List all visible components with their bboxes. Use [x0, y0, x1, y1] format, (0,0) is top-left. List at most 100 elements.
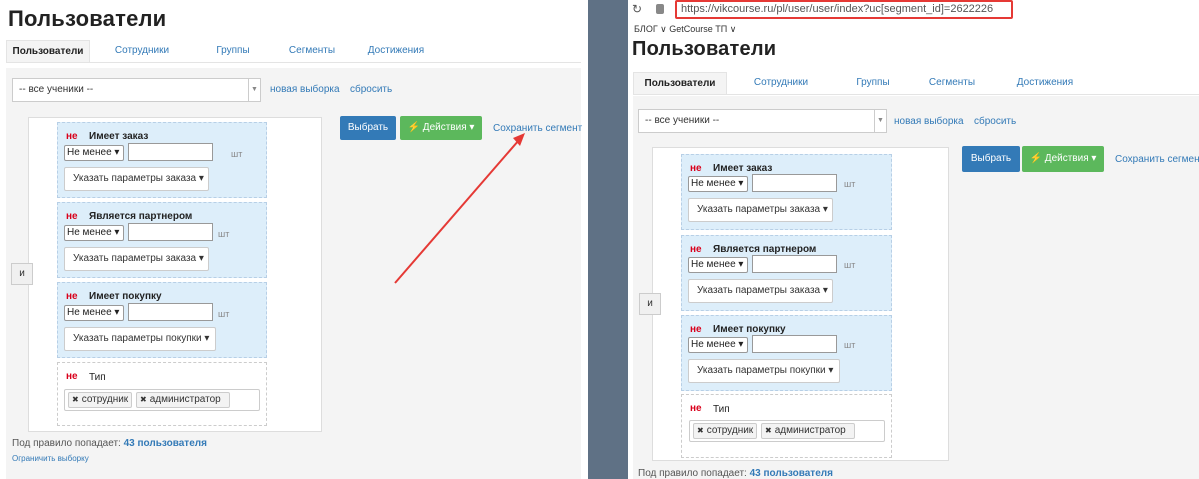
matched-users-count[interactable]: 43 пользователя	[124, 438, 207, 449]
rule-has-purchase: не Имеет покупку Не менее ▾ шт Указать п…	[57, 282, 267, 358]
purchase-params-button[interactable]: Указать параметры покупки ▾	[64, 327, 216, 351]
select-button[interactable]: Выбрать	[340, 116, 396, 140]
count-input[interactable]	[752, 335, 837, 353]
tab-segments[interactable]: Сегменты	[272, 40, 352, 62]
rule-type: не Тип ✖ сотрудник ✖ администратор	[57, 362, 267, 426]
actions-button[interactable]: ⚡ Действия ▾	[1022, 146, 1104, 172]
rule-title: Тип	[713, 404, 730, 415]
rule-title: Имеет заказ	[89, 131, 149, 142]
lock-icon	[656, 4, 664, 14]
remove-icon[interactable]: ✖	[72, 395, 79, 404]
unit-label: шт	[218, 229, 230, 239]
remove-icon[interactable]: ✖	[697, 426, 704, 435]
tag-employee[interactable]: ✖ сотрудник	[68, 392, 132, 408]
tab-achievements[interactable]: Достижения	[993, 72, 1097, 94]
save-segment-link[interactable]: Сохранить сегмент	[1115, 154, 1199, 165]
unit-label: шт	[231, 149, 243, 159]
rule-title: Имеет покупку	[713, 324, 786, 335]
rule-has-order: не Имеет заказ Не менее ▾ шт Указать пар…	[681, 154, 892, 230]
order-params-button[interactable]: Указать параметры заказа ▾	[64, 167, 209, 191]
not-toggle[interactable]: не	[66, 291, 78, 302]
type-tags-input[interactable]: ✖ сотрудник ✖ администратор	[64, 389, 260, 411]
order-params-button[interactable]: Указать параметры заказа ▾	[688, 198, 833, 222]
condition-select[interactable]: Не менее ▾	[688, 176, 748, 192]
type-tags-input[interactable]: ✖ сотрудник ✖ администратор	[689, 420, 885, 442]
rule-title: Является партнером	[713, 244, 817, 255]
students-select[interactable]: -- все ученики -- ▼	[638, 109, 887, 133]
limit-selection-link[interactable]: Ограничить выборку	[12, 454, 89, 463]
new-selection-link[interactable]: новая выборка	[894, 116, 964, 127]
condition-select[interactable]: Не менее ▾	[64, 305, 124, 321]
reset-link[interactable]: сбросить	[974, 116, 1016, 127]
tab-achievements[interactable]: Достижения	[352, 40, 440, 62]
actions-button[interactable]: ⚡ Действия ▾	[400, 116, 482, 140]
not-toggle[interactable]: не	[690, 244, 702, 255]
tag-admin[interactable]: ✖ администратор	[136, 392, 230, 408]
rule-title: Тип	[89, 372, 106, 383]
and-operator-button[interactable]: и	[639, 293, 661, 315]
order-params-button[interactable]: Указать параметры заказа ▾	[64, 247, 209, 271]
tab-groups[interactable]: Группы	[194, 40, 272, 62]
tab-segments[interactable]: Сегменты	[911, 72, 993, 94]
not-toggle[interactable]: не	[690, 324, 702, 335]
save-segment-link[interactable]: Сохранить сегмент	[493, 123, 582, 134]
chevron-down-icon: ▼	[248, 79, 260, 101]
page-title: Пользователи	[632, 38, 777, 60]
condition-select[interactable]: Не менее ▾	[64, 225, 124, 241]
left-screenshot-panel: Пользователи Пользователи Сотрудники Гру…	[0, 0, 588, 479]
rule-match-summary: Под правило попадает: 43 пользователя	[638, 468, 833, 479]
students-select-value: -- все ученики --	[645, 115, 720, 126]
tab-users[interactable]: Пользователи	[633, 72, 727, 94]
reload-icon[interactable]: ↻	[632, 2, 642, 16]
rule-type: не Тип ✖ сотрудник ✖ администратор	[681, 394, 892, 458]
and-operator-button[interactable]: и	[11, 263, 33, 285]
tab-employees[interactable]: Сотрудники	[727, 72, 835, 94]
bookmarks-bar[interactable]: БЛОГ ∨ GetCourse ТП ∨	[634, 24, 736, 35]
unit-label: шт	[844, 260, 856, 270]
not-toggle[interactable]: не	[690, 403, 702, 414]
condition-select[interactable]: Не менее ▾	[64, 145, 124, 161]
rule-is-partner: не Является партнером Не менее ▾ шт Указ…	[57, 202, 267, 278]
tab-groups[interactable]: Группы	[835, 72, 911, 94]
not-toggle[interactable]: не	[66, 211, 78, 222]
unit-label: шт	[218, 309, 230, 319]
select-button[interactable]: Выбрать	[962, 146, 1020, 172]
tag-admin[interactable]: ✖ администратор	[761, 423, 855, 439]
count-input[interactable]	[752, 255, 837, 273]
page-title: Пользователи	[8, 6, 167, 31]
right-screenshot-panel: ↻ https://vikcourse.ru/pl/user/user/inde…	[628, 0, 1199, 479]
address-bar[interactable]: https://vikcourse.ru/pl/user/user/index?…	[675, 0, 1013, 19]
not-toggle[interactable]: не	[66, 131, 78, 142]
count-input[interactable]	[752, 174, 837, 192]
reset-link[interactable]: сбросить	[350, 84, 392, 95]
unit-label: шт	[844, 340, 856, 350]
tabs-bar: Пользователи Сотрудники Группы Сегменты …	[633, 72, 1199, 95]
rule-title: Является партнером	[89, 211, 193, 222]
students-select[interactable]: -- все ученики -- ▼	[12, 78, 261, 102]
purchase-params-button[interactable]: Указать параметры покупки ▾	[688, 359, 840, 383]
rule-has-order: не Имеет заказ Не менее ▾ шт Указать пар…	[57, 122, 267, 198]
rule-match-summary: Под правило попадает: 43 пользователя	[12, 438, 207, 449]
rule-title: Имеет заказ	[713, 163, 773, 174]
tabs-bar: Пользователи Сотрудники Группы Сегменты …	[6, 40, 581, 63]
condition-select[interactable]: Не менее ▾	[688, 257, 748, 273]
browser-toolbar: ↻ https://vikcourse.ru/pl/user/user/inde…	[628, 0, 1199, 20]
tag-employee[interactable]: ✖ сотрудник	[693, 423, 757, 439]
panel-divider	[588, 0, 628, 479]
rule-title: Имеет покупку	[89, 291, 162, 302]
count-input[interactable]	[128, 143, 213, 161]
not-toggle[interactable]: не	[66, 371, 78, 382]
new-selection-link[interactable]: новая выборка	[270, 84, 340, 95]
remove-icon[interactable]: ✖	[765, 426, 772, 435]
count-input[interactable]	[128, 223, 213, 241]
rule-has-purchase: не Имеет покупку Не менее ▾ шт Указать п…	[681, 315, 892, 391]
remove-icon[interactable]: ✖	[140, 395, 147, 404]
matched-users-count[interactable]: 43 пользователя	[750, 468, 833, 479]
students-select-value: -- все ученики --	[19, 84, 94, 95]
tab-employees[interactable]: Сотрудники	[90, 40, 194, 62]
order-params-button[interactable]: Указать параметры заказа ▾	[688, 279, 833, 303]
tab-users[interactable]: Пользователи	[6, 40, 90, 62]
not-toggle[interactable]: не	[690, 163, 702, 174]
condition-select[interactable]: Не менее ▾	[688, 337, 748, 353]
count-input[interactable]	[128, 303, 213, 321]
